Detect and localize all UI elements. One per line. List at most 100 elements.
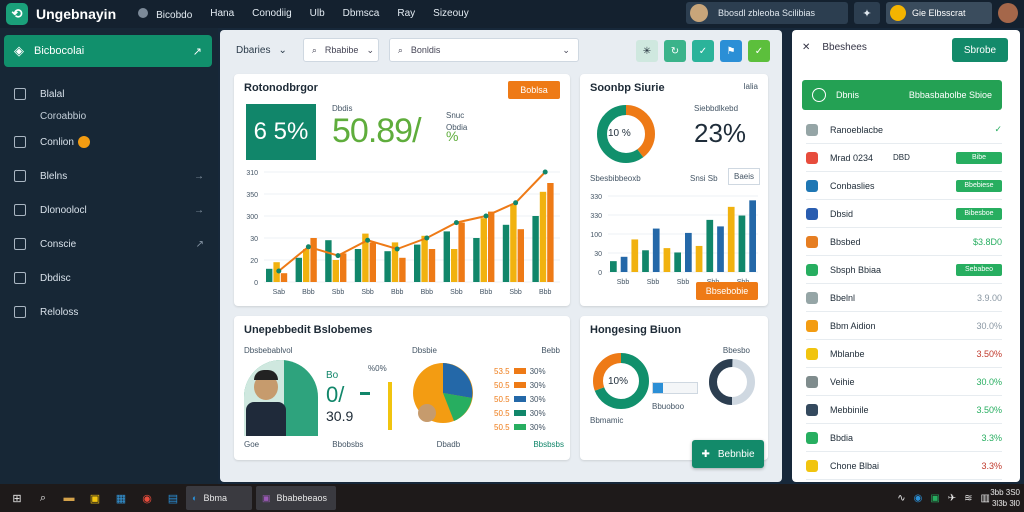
grid-icon[interactable]: ▦ (112, 489, 130, 507)
sidebar-subitem[interactable]: Coroabbio (0, 111, 218, 125)
x-tick-label: Sab (273, 289, 286, 296)
shield-icon[interactable]: ▣ (930, 493, 939, 504)
trend-point (542, 169, 548, 175)
filter-dropdown[interactable]: Dbaries ⌄ (230, 45, 293, 56)
volume-icon[interactable]: ▥ (981, 493, 990, 504)
y-tick-label: 20 (250, 258, 258, 265)
edge-icon: ◐ (192, 493, 198, 503)
legend-button[interactable]: Baeis (728, 168, 761, 185)
search-input-1[interactable]: ⌕ Rbabibe ⌄ (302, 38, 379, 62)
kpi-small: Bo (326, 370, 339, 381)
panel-banner[interactable]: Dbnis Bbbasbabolbe Sbioe (802, 80, 1002, 110)
range-bar (652, 382, 698, 394)
clock: 3bb 3S0 3l3b 3l0 (990, 488, 1020, 508)
check-icon[interactable]: ✓ (692, 40, 714, 62)
edge-icon[interactable]: ◉ (914, 493, 923, 504)
app-logo-icon[interactable]: ⟲ (6, 3, 28, 25)
row-label: Chone Blbai (830, 460, 880, 471)
sidebar-item-1[interactable]: Conlion (0, 125, 218, 159)
bar (384, 251, 391, 282)
panel-row[interactable]: Mblanbe 3.50% (806, 340, 1002, 368)
bar (706, 219, 714, 272)
panel-row[interactable]: Ranoeblacbe ✓ (806, 116, 1002, 144)
circle-icon (14, 272, 26, 284)
panel-row[interactable]: Bbsbed $3.8D0 (806, 228, 1002, 256)
explorer-icon[interactable]: ▣ (86, 489, 104, 507)
windows-icon[interactable]: ⊞ (8, 489, 26, 507)
sidebar-item-4[interactable]: Conscie ↗ (0, 227, 218, 261)
row-label: Conbaslies (830, 180, 875, 191)
sidebar-item-2[interactable]: Blelns → (0, 159, 218, 193)
profile-avatar[interactable] (998, 3, 1018, 23)
panel-row[interactable]: Dbsid Bibesboe (806, 200, 1002, 228)
y-tick-label: 330 (590, 213, 602, 220)
nav-item-6[interactable]: Sizeouy (433, 8, 469, 21)
card-corner: Bbesbo (722, 346, 750, 355)
panel-row[interactable]: Mebbinile 3.50% (806, 396, 1002, 424)
user-box[interactable]: Bbosdl zbleoba Scilibias (686, 2, 848, 24)
bar (539, 191, 547, 282)
orange-action-button[interactable]: Bbsebobie (696, 282, 758, 300)
row-value: Bibe (956, 151, 1002, 164)
bar (414, 244, 421, 282)
panel-row[interactable]: Bbdia 3.3% (806, 424, 1002, 452)
nav-item-4[interactable]: Dbmsca (343, 8, 380, 21)
kpi-pct: %0% (368, 364, 387, 373)
sidebar-item-active[interactable]: ◈ Bicbocolai ↗ (4, 35, 212, 67)
account-button[interactable]: Gie Elbsscrat (886, 2, 992, 24)
folder-icon[interactable]: ▬ (60, 489, 78, 507)
nav-item-1[interactable]: Hana (210, 8, 234, 21)
right-label: Bebb (541, 346, 560, 355)
close-icon[interactable]: ✕ (802, 42, 810, 53)
nav-item-0[interactable]: Bicobdo (138, 7, 192, 21)
nav-item-5[interactable]: Ray (397, 8, 415, 21)
bar-mark (360, 392, 370, 395)
floating-action-button[interactable]: ✚ Bebnbie (692, 440, 764, 468)
bar (510, 205, 517, 282)
bar (332, 260, 339, 282)
plus-icon: ✚ (701, 448, 710, 460)
row-mid: DBD (893, 153, 910, 162)
panel-row[interactable]: Chone Blbai 3.3% (806, 452, 1002, 480)
panel-row[interactable]: Mrad 0234 DBD Bibe (806, 144, 1002, 172)
taskbar-window-1[interactable]: ◐ Bbma (186, 486, 252, 510)
chart-icon[interactable]: ∿ (897, 493, 905, 504)
refresh-icon[interactable]: ↻ (664, 40, 686, 62)
orange-action-button[interactable]: Boblsa (508, 81, 560, 99)
nav-item-2[interactable]: Conodiig (252, 8, 291, 21)
sparkle-icon[interactable]: ✳ (636, 40, 658, 62)
kpi-badge: 6 5% (246, 104, 316, 160)
row-label: Mrad 0234 (830, 152, 874, 163)
browser-icon[interactable]: ◉ (138, 489, 156, 507)
kpi-big: 0/ (326, 382, 345, 407)
sidebar-item-0[interactable]: Blalal (0, 77, 218, 111)
network-icon[interactable]: ✈ (948, 493, 956, 504)
run-icon[interactable]: ⚑ (720, 40, 742, 62)
search-icon[interactable]: ⌕ (34, 489, 52, 507)
nav-item-3[interactable]: Ulb (310, 8, 325, 21)
app-icon[interactable]: ▤ (164, 489, 182, 507)
trend-point (394, 246, 400, 252)
bar (451, 249, 458, 282)
wifi-icon[interactable]: ≋ (964, 493, 972, 504)
search-input-2[interactable]: ⌕ Bonldis ⌄ (388, 38, 579, 62)
sidebar-item-3[interactable]: Dlonoolocl → (0, 193, 218, 227)
x-tick-label: Bbb (539, 289, 552, 296)
pin-icon[interactable]: ✦ (854, 2, 880, 24)
arrow-icon: ↗ (192, 45, 202, 58)
panel-row[interactable]: Bbelnl 3.9.00 (806, 284, 1002, 312)
panel-row[interactable]: Sbsph Bbiaa Sebabeo (806, 256, 1002, 284)
card-footer: Goe Bbobsbs Dbadb Bbsbsbs (244, 440, 564, 449)
taskbar-window-2[interactable]: ▣ Bbabebeaos (256, 486, 336, 510)
panel-row[interactable]: Bbm Aidion 30.0% (806, 312, 1002, 340)
bar (340, 253, 347, 282)
panel-row[interactable]: Conbaslies Bbebiese (806, 172, 1002, 200)
check-circle-icon[interactable]: ✓ (748, 40, 770, 62)
panel-action-button[interactable]: Sbrobe (952, 38, 1008, 62)
y-tick-label: 330 (590, 194, 602, 201)
bar (369, 242, 376, 282)
notification-badge (77, 136, 90, 148)
panel-row[interactable]: Veihie 30.0% (806, 368, 1002, 396)
sidebar-item-6[interactable]: Reloloss (0, 295, 218, 329)
sidebar-item-5[interactable]: Dbdisc (0, 261, 218, 295)
